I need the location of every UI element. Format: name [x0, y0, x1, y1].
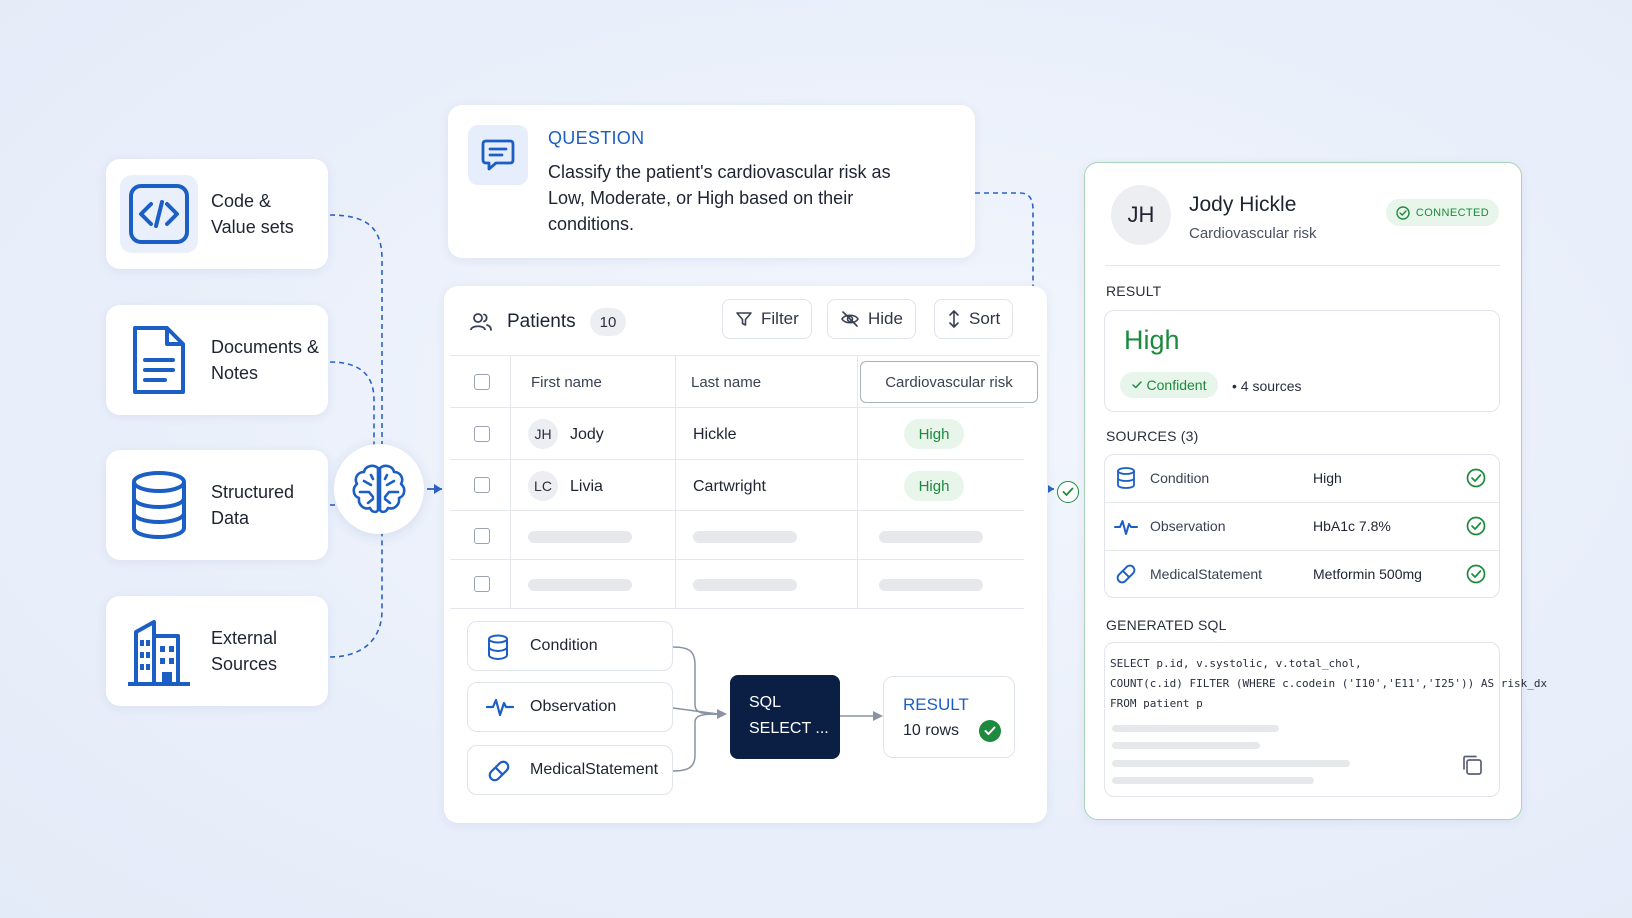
input-condition[interactable]: Condition: [467, 621, 673, 671]
result-node-label: RESULT: [903, 695, 969, 714]
sql-node-query: SELECT ...: [749, 720, 829, 737]
placeholder-bar: [1112, 725, 1279, 732]
patient-subtitle: Cardiovascular risk: [1189, 225, 1317, 242]
divider: [1105, 265, 1500, 266]
input-label: MedicalStatement: [530, 761, 659, 778]
source-type: MedicalStatement: [1150, 566, 1263, 582]
status-label: CONNECTED: [1415, 206, 1490, 219]
sql-line: FROM patient p: [1110, 697, 1203, 710]
database-icon: [488, 634, 508, 660]
divider: [1105, 550, 1499, 551]
input-label: Observation: [530, 698, 617, 715]
input-observation[interactable]: Observation: [467, 682, 673, 732]
source-type: Condition: [1150, 470, 1210, 486]
source-value: Metformin 500mg: [1313, 566, 1422, 582]
result-header: RESULT: [1106, 283, 1162, 299]
avatar: JH: [1111, 185, 1171, 245]
placeholder-bar: [1112, 760, 1350, 767]
sources-header: SOURCES (3): [1106, 428, 1199, 444]
sql-line: SELECT p.id, v.systolic, v.total_chol,: [1110, 657, 1362, 670]
check-icon: [1131, 381, 1142, 389]
check-circle-icon: [1466, 564, 1486, 584]
connector-check-icon: [1057, 481, 1079, 503]
connected-badge: CONNECTED: [1386, 199, 1499, 226]
source-value: High: [1313, 470, 1342, 486]
placeholder-bar: [1112, 742, 1260, 749]
result-value: High: [1124, 325, 1180, 355]
input-label: Condition: [530, 637, 598, 654]
sql-header: GENERATED SQL: [1106, 617, 1227, 633]
check-circle-icon: [1466, 468, 1486, 488]
copy-icon[interactable]: [1461, 754, 1483, 776]
patient-name: Jody Hickle: [1189, 193, 1297, 216]
source-value: HbA1c 7.8%: [1313, 518, 1391, 534]
divider: [1105, 502, 1499, 503]
pulse-icon: [1114, 517, 1138, 537]
check-circle-icon: [1466, 516, 1486, 536]
placeholder-bar: [1112, 777, 1314, 784]
pill-icon: [488, 760, 510, 782]
result-node[interactable]: RESULT 10 rows: [883, 676, 1015, 758]
sql-node-title: SQL: [749, 694, 782, 711]
check-circle-icon: [1396, 205, 1410, 220]
input-medical-statement[interactable]: MedicalStatement: [467, 745, 673, 795]
pulse-icon: [486, 698, 514, 717]
sources-count: • 4 sources: [1232, 378, 1302, 394]
confidence-badge: Confident: [1120, 372, 1218, 398]
sql-node[interactable]: SQL SELECT ...: [730, 675, 840, 759]
result-node-value: 10 rows: [903, 722, 960, 739]
confidence-label: Confident: [1146, 377, 1207, 393]
database-icon: [1116, 467, 1136, 489]
sql-line: COUNT(c.id) FILTER (WHERE c.codein ('I10…: [1110, 677, 1548, 690]
source-type: Observation: [1150, 518, 1226, 534]
check-icon: [979, 720, 1001, 742]
pill-icon: [1115, 563, 1137, 585]
